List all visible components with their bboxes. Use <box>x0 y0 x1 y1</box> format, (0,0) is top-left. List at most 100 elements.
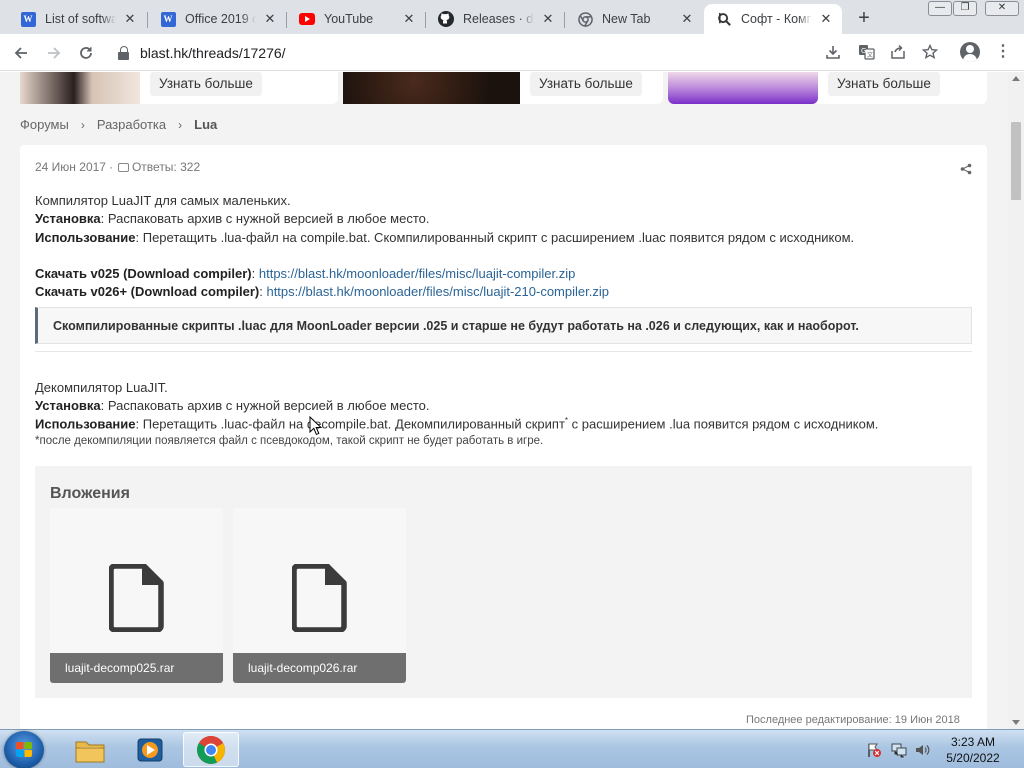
forward-button[interactable] <box>41 40 67 66</box>
share-page-icon[interactable] <box>888 42 908 62</box>
ad-image[interactable] <box>668 72 818 104</box>
tab-title: Office 2019 on <box>185 12 256 26</box>
file-icon[interactable] <box>292 564 348 632</box>
ad-learn-more-button[interactable]: Узнать больше <box>150 72 262 96</box>
tab-office-2019[interactable]: W Office 2019 on ✕ <box>148 4 286 34</box>
tab-list-of-software[interactable]: W List of software ✕ <box>8 4 146 34</box>
close-icon[interactable]: ✕ <box>122 11 138 27</box>
page-viewport: Узнать больше Узнать больше Узнать больш… <box>0 72 1008 729</box>
lock-icon[interactable] <box>118 45 130 60</box>
attachment-card[interactable]: luajit-decomp025.rar <box>50 508 223 683</box>
ad-learn-more-button[interactable]: Узнать больше <box>828 72 940 96</box>
download-v025-line: Скачать v025 (Download compiler): https:… <box>35 266 576 281</box>
browser-toolbar: blast.hk/threads/17276/ G文 ⋮ <box>0 34 1024 71</box>
github-icon <box>438 11 454 27</box>
post-date[interactable]: 24 Июн 2017 <box>35 160 106 174</box>
ad-image[interactable] <box>20 72 140 104</box>
chrome-icon <box>197 735 225 764</box>
install-app-icon[interactable] <box>823 42 843 62</box>
system-clock[interactable]: 3:23 AM 5/20/2022 <box>940 734 1006 766</box>
ad-learn-more-button[interactable]: Узнать больше <box>530 72 642 96</box>
reload-button[interactable] <box>73 40 99 66</box>
scroll-down-arrow-icon[interactable] <box>1012 720 1020 725</box>
ad-card[interactable]: Узнать больше <box>343 72 663 104</box>
breadcrumb-item-forums[interactable]: Форумы <box>20 117 69 132</box>
decompiler-footnote: *после декомпиляции появляется файл с пс… <box>35 435 544 447</box>
download-v026-link[interactable]: https://blast.hk/moonloader/files/misc/l… <box>266 284 608 299</box>
breadcrumb: Форумы › Разработка › Lua <box>20 117 217 132</box>
attachment-filename[interactable]: luajit-decomp026.rar <box>233 653 406 683</box>
media-player-taskbar-button[interactable] <box>122 732 178 767</box>
tab-title: List of software <box>45 12 116 26</box>
tab-youtube[interactable]: YouTube ✕ <box>287 4 425 34</box>
download-v026-label: Скачать v026+ (Download compiler) <box>35 284 260 299</box>
volume-icon[interactable] <box>914 742 930 758</box>
close-icon[interactable]: ✕ <box>401 11 417 27</box>
bookmark-star-icon[interactable] <box>920 42 940 62</box>
browser-menu-icon[interactable]: ⋮ <box>995 42 1011 62</box>
post-meta: 24 Июн 2017 · Ответы: 322 <box>35 160 201 174</box>
share-icon[interactable] <box>960 163 972 175</box>
minimize-button[interactable]: — <box>928 1 952 16</box>
tab-releases[interactable]: Releases · dot ✕ <box>426 4 564 34</box>
attachment-card[interactable]: luajit-decomp026.rar <box>233 508 406 683</box>
page-scrollbar[interactable] <box>1008 72 1024 729</box>
tab-title: YouTube <box>324 12 374 26</box>
tab-soft-active[interactable]: Софт - Компи ✕ <box>704 4 842 34</box>
profile-avatar-icon[interactable] <box>960 42 980 62</box>
ad-card[interactable]: Узнать больше <box>20 72 338 104</box>
clock-date: 5/20/2022 <box>946 751 1000 765</box>
close-icon[interactable]: ✕ <box>540 11 556 27</box>
download-v026-line: Скачать v026+ (Download compiler): https… <box>35 284 609 299</box>
chevron-right-icon: › <box>178 117 183 132</box>
decompiler-usage-line: Использование: Перетащить .luac-файл на … <box>35 416 878 431</box>
compatibility-notice: Скомпилированные скрипты .luac для MoonL… <box>35 307 972 344</box>
scroll-up-arrow-icon[interactable] <box>1012 76 1020 81</box>
last-edited-text: Последнее редактирование: 19 Июн 2018 <box>746 714 960 726</box>
divider <box>35 351 972 352</box>
back-button[interactable] <box>8 40 34 66</box>
ad-image[interactable] <box>343 72 520 104</box>
breadcrumb-item-development[interactable]: Разработка <box>97 117 166 132</box>
new-tab-button[interactable]: + <box>853 8 875 30</box>
wiki-icon: W <box>20 11 36 27</box>
compiler-usage-line: Использование: Перетащить .lua-файл на c… <box>35 230 854 245</box>
decompiler-intro: Декомпилятор LuaJIT. <box>35 380 168 395</box>
chrome-icon <box>577 11 593 27</box>
ad-card[interactable]: Узнать больше <box>668 72 987 104</box>
action-center-flag-icon[interactable] <box>866 742 882 758</box>
explorer-taskbar-button[interactable] <box>62 732 118 767</box>
start-button[interactable] <box>4 731 44 768</box>
scrollbar-thumb[interactable] <box>1011 122 1021 200</box>
file-icon[interactable] <box>109 564 165 632</box>
attachment-filename[interactable]: luajit-decomp025.rar <box>50 653 223 683</box>
usage-text: : Перетащить .lua-файл на compile.bat. С… <box>135 230 855 245</box>
url-text[interactable]: blast.hk/threads/17276/ <box>140 45 286 61</box>
close-window-button[interactable]: ✕ <box>985 1 1019 16</box>
close-icon[interactable]: ✕ <box>818 11 834 27</box>
tab-new-tab[interactable]: New Tab ✕ <box>565 4 703 34</box>
download-v025-link[interactable]: https://blast.hk/moonloader/files/misc/l… <box>259 266 575 281</box>
network-icon[interactable] <box>891 742 907 758</box>
breadcrumb-item-lua[interactable]: Lua <box>194 117 217 132</box>
youtube-icon <box>299 11 315 27</box>
install-text: : Распаковать архив с нужной версией в л… <box>100 211 430 226</box>
chrome-taskbar-button[interactable] <box>183 732 239 767</box>
thread-post: 24 Июн 2017 · Ответы: 322 Компилятор Lua… <box>20 145 987 729</box>
usage-text-end: с расширением .lua появится рядом с исхо… <box>568 416 879 432</box>
replies-count: Ответы: 322 <box>131 160 201 174</box>
maximize-button[interactable]: ❐ <box>953 1 977 16</box>
tab-strip: W List of software ✕ W Office 2019 on ✕ … <box>0 0 1024 34</box>
install-label: Установка <box>35 398 101 413</box>
translate-icon[interactable]: G文 <box>856 42 876 62</box>
wiki-icon: W <box>160 11 176 27</box>
tab-title: Releases · dot <box>463 12 534 26</box>
blasthack-icon <box>716 11 732 27</box>
mouse-cursor-icon <box>309 416 323 436</box>
svg-text:文: 文 <box>867 51 873 59</box>
close-icon[interactable]: ✕ <box>679 11 695 27</box>
install-label: Установка <box>35 211 101 226</box>
close-icon[interactable]: ✕ <box>262 11 278 27</box>
attachments-block: Вложения luajit-decomp025.rar luajit-dec… <box>35 466 972 698</box>
folder-icon <box>75 741 105 762</box>
